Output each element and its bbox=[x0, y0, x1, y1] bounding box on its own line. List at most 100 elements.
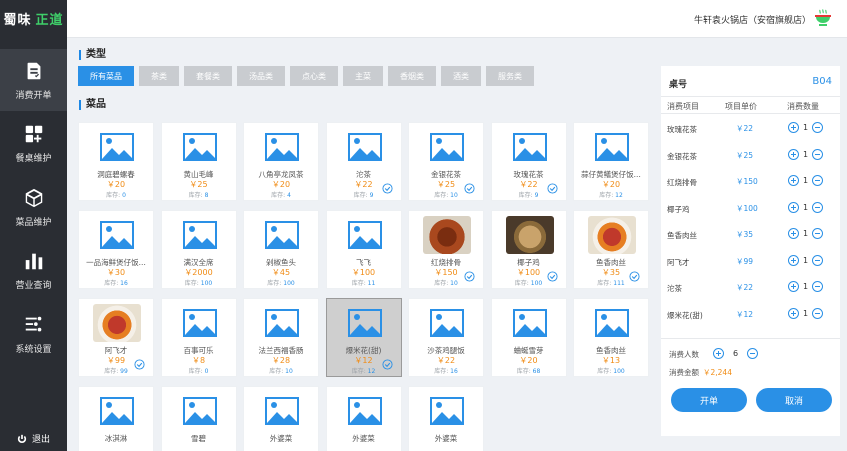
stock-value: 10 bbox=[450, 192, 458, 199]
dish-stock: 库存: 4 bbox=[244, 190, 318, 199]
dish-card[interactable]: 洞庭碧螺春 ￥20 库存: 0 bbox=[78, 122, 154, 201]
qty-increase-button[interactable] bbox=[788, 175, 799, 186]
check-circle-icon bbox=[381, 355, 393, 370]
qty-decrease-button[interactable] bbox=[812, 201, 824, 213]
image-placeholder-icon bbox=[100, 397, 134, 425]
dish-price: ￥28 bbox=[271, 356, 291, 365]
check-circle-icon bbox=[546, 267, 558, 282]
dish-card[interactable]: 沱茶 ￥22 库存: 9 bbox=[325, 122, 402, 201]
qty-increase-button[interactable] bbox=[788, 307, 799, 319]
category-tab[interactable]: 服务类 bbox=[486, 66, 534, 86]
dish-stock: 库存: 11 bbox=[327, 278, 401, 287]
qty-decrease-button[interactable] bbox=[812, 228, 824, 239]
people-increase-button[interactable] bbox=[713, 348, 724, 359]
category-tab[interactable]: 主菜 bbox=[343, 66, 383, 86]
dish-card[interactable]: 玫瑰花茶 ￥22 库存: 9 bbox=[490, 122, 567, 201]
amount-value: ￥2,244 bbox=[703, 368, 732, 377]
stock-label: 库存: bbox=[516, 368, 531, 375]
category-tab[interactable]: 套餐类 bbox=[184, 66, 232, 86]
stock-label: 库存: bbox=[104, 368, 119, 375]
stock-value: 10 bbox=[285, 368, 293, 375]
dish-card[interactable]: 爆米花(甜) ￥12 库存: 12 bbox=[325, 298, 402, 377]
qty-stepper: 1 bbox=[788, 201, 824, 213]
qty-increase-button[interactable] bbox=[788, 281, 799, 292]
stock-value: 111 bbox=[613, 280, 625, 287]
dish-card[interactable]: 蒜仔黄鳝煲仔饭... ￥20 库存: 12 bbox=[573, 122, 649, 201]
qty-increase-button[interactable] bbox=[788, 254, 799, 266]
nav-item-settings[interactable]: 系统设置 bbox=[0, 303, 67, 365]
dish-card[interactable]: 黄山毛峰 ￥25 库存: 8 bbox=[160, 122, 237, 201]
dish-card[interactable]: 满汉全席 ￥2000 库存: 100 bbox=[160, 210, 237, 289]
open-order-button[interactable]: 开单 bbox=[671, 388, 747, 412]
people-label: 消费人数 bbox=[669, 350, 699, 359]
qty-decrease-button[interactable] bbox=[812, 122, 824, 133]
dish-card[interactable]: 椰子鸡 ￥100 库存: 100 bbox=[490, 210, 567, 289]
qty-increase-button[interactable] bbox=[788, 228, 799, 239]
order-item-price: ￥35 bbox=[736, 230, 754, 239]
dish-card[interactable]: 红烧排骨 ￥150 库存: 10 bbox=[408, 210, 484, 289]
qty-increase-button[interactable] bbox=[788, 201, 799, 213]
qty-decrease-button[interactable] bbox=[812, 175, 824, 186]
order-item-name: 沱茶 bbox=[667, 284, 682, 293]
order-row: 鱼香肉丝 ￥35 1 bbox=[661, 222, 840, 248]
stock-value: 0 bbox=[122, 192, 126, 199]
stock-label: 库存: bbox=[351, 368, 366, 375]
dish-card[interactable]: 飞飞 ￥100 库存: 11 bbox=[325, 210, 402, 289]
dish-stock: 库存: 16 bbox=[409, 366, 483, 375]
people-stepper: 6 bbox=[713, 348, 759, 359]
dish-card[interactable]: 百事可乐 ￥8 库存: 0 bbox=[160, 298, 237, 377]
qty-decrease-button[interactable] bbox=[812, 254, 824, 266]
dish-card[interactable]: 雪碧 bbox=[160, 386, 237, 451]
qty-decrease-button[interactable] bbox=[812, 281, 824, 292]
stock-label: 库存: bbox=[599, 192, 614, 199]
dish-card[interactable]: 法兰西福香肠 ￥28 库存: 10 bbox=[243, 298, 319, 377]
qty-increase-button[interactable] bbox=[788, 148, 799, 160]
stock-value: 9 bbox=[369, 192, 374, 199]
stock-value: 12 bbox=[615, 192, 623, 199]
stock-label: 库存: bbox=[267, 280, 282, 287]
qty-value: 1 bbox=[803, 229, 809, 238]
logout-button[interactable]: 退出 bbox=[0, 432, 67, 445]
dish-card[interactable]: 外婆菜 bbox=[408, 386, 484, 451]
dish-card[interactable]: 蛐蜒雪芽 ￥20 库存: 68 bbox=[490, 298, 567, 377]
dish-card[interactable]: 金银花茶 ￥25 库存: 10 bbox=[408, 122, 484, 201]
nav-item-order[interactable]: 消费开单 bbox=[0, 49, 67, 111]
nav-item-table[interactable]: 餐桌维护 bbox=[0, 112, 67, 174]
table-value: B04 bbox=[812, 76, 832, 87]
stock-value: 9 bbox=[534, 192, 539, 199]
dish-card[interactable]: 阿飞才 ￥99 库存: 99 bbox=[78, 298, 154, 377]
category-tab[interactable]: 点心类 bbox=[290, 66, 338, 86]
qty-increase-button[interactable] bbox=[788, 122, 799, 133]
dish-card[interactable]: 鱼香肉丝 ￥35 库存: 111 bbox=[573, 210, 649, 289]
nav-item-dish[interactable]: 菜品维护 bbox=[0, 176, 67, 238]
nav-item-business[interactable]: 营业查询 bbox=[0, 239, 67, 301]
image-placeholder-icon bbox=[100, 221, 134, 249]
category-tab[interactable]: 汤品类 bbox=[237, 66, 285, 86]
dish-card[interactable]: 沙茶鸡腿饭 ￥22 库存: 16 bbox=[408, 298, 484, 377]
dish-card[interactable]: 一品海鲜煲仔饭... ￥30 库存: 16 bbox=[78, 210, 154, 289]
qty-decrease-button[interactable] bbox=[812, 148, 824, 160]
nav-label: 营业查询 bbox=[15, 280, 52, 291]
stock-label: 库存: bbox=[188, 368, 203, 375]
cancel-button[interactable]: 取消 bbox=[756, 388, 832, 412]
dish-photo bbox=[423, 216, 471, 254]
category-tab[interactable]: 酒类 bbox=[441, 66, 481, 86]
dish-card[interactable]: 剁椒鱼头 ￥45 库存: 100 bbox=[243, 210, 319, 289]
dish-card[interactable]: 鱼香肉丝 ￥13 库存: 100 bbox=[573, 298, 649, 377]
category-tab[interactable]: 茶类 bbox=[139, 66, 179, 86]
dish-card[interactable]: 冰淇淋 bbox=[78, 386, 154, 451]
category-tab[interactable]: 所有菜品 bbox=[78, 66, 134, 86]
qty-decrease-button[interactable] bbox=[812, 307, 824, 319]
dish-card[interactable]: 八角亭龙凤茶 ￥20 库存: 4 bbox=[243, 122, 319, 201]
check-circle-icon bbox=[464, 267, 475, 282]
dish-card[interactable]: 外婆菜 bbox=[325, 386, 402, 451]
people-decrease-button[interactable] bbox=[747, 348, 759, 359]
dish-grid: 洞庭碧螺春 ￥20 库存: 0 黄山毛峰 ￥25 库存: 8 八角亭龙凤茶 ￥20 库存: 4沱… bbox=[78, 122, 650, 451]
dish-photo bbox=[588, 216, 636, 254]
category-tab[interactable]: 香烟类 bbox=[388, 66, 436, 86]
cube-icon bbox=[25, 188, 42, 207]
dish-card[interactable]: 外婆菜 bbox=[243, 386, 319, 451]
qty-stepper: 1 bbox=[788, 228, 824, 239]
stock-label: 库存: bbox=[597, 280, 612, 287]
order-item-price: ￥12 bbox=[736, 309, 754, 319]
